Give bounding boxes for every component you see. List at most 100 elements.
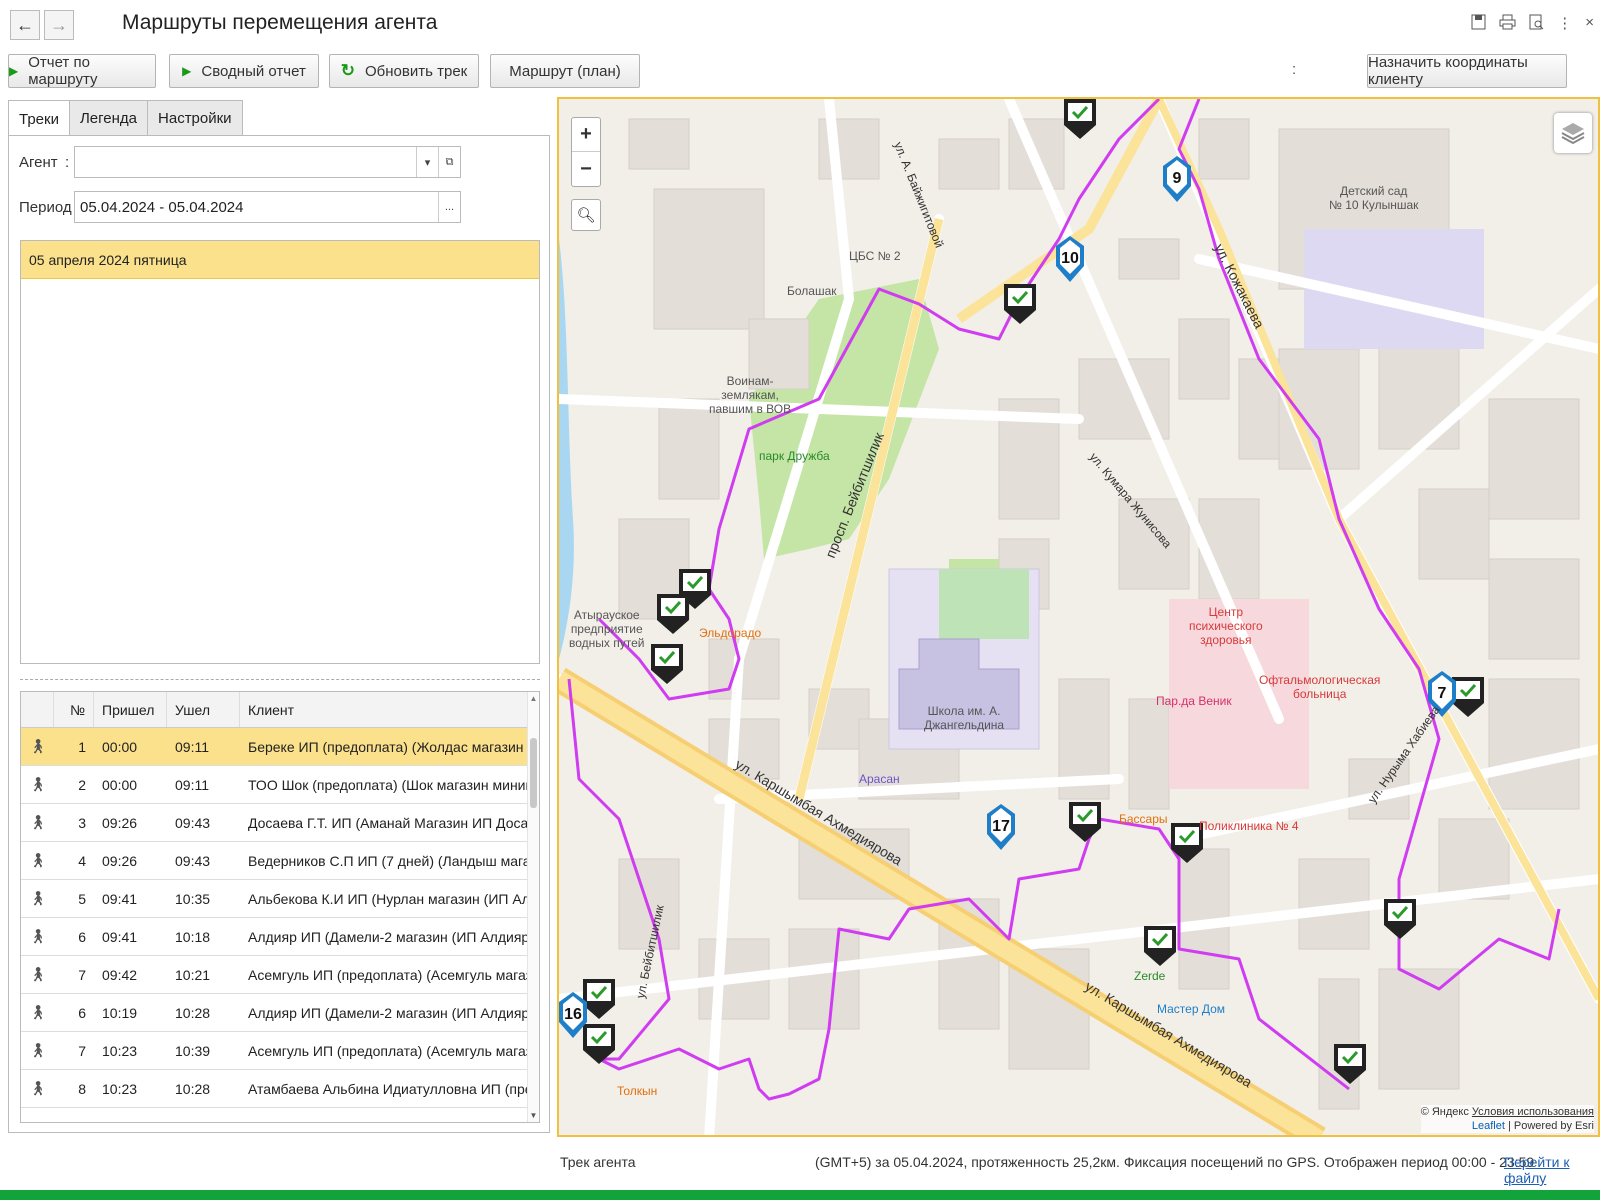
agent-field[interactable]: ▾ ⧉ (74, 146, 461, 178)
refresh-track-button[interactable]: ↻ Обновить трек (329, 54, 479, 88)
more-icon[interactable]: ⋮ (1557, 14, 1572, 34)
window-title: Маршруты перемещения агента (122, 11, 438, 34)
search-icon: 🔍︎ (576, 207, 596, 224)
go-to-file-link[interactable]: Перейти к файлу (1504, 1154, 1600, 1186)
forward-button[interactable]: → (44, 10, 74, 40)
zoom-out-button[interactable]: − (572, 152, 600, 186)
close-icon[interactable]: × (1585, 14, 1594, 34)
title-bar: ← → Маршруты перемещения агента ⋮ × (0, 0, 1600, 50)
pin-17: 17 (992, 818, 1010, 835)
pin-7: 7 (1438, 685, 1447, 702)
status-bar: Трек агента (GMT+5) за 05.04.2024, протя… (0, 1146, 1600, 1186)
client-name: Асемгуль ИП (предоплата) (Асемгуль магаз… (248, 966, 528, 983)
leaflet-link[interactable]: Leaflet (1472, 1120, 1505, 1132)
table-scrollbar[interactable]: ▲ ▼ (527, 692, 539, 1122)
play-icon: ▶ (9, 64, 19, 78)
status-label: Трек агента (560, 1154, 636, 1170)
period-colon: : (65, 199, 70, 216)
layers-button[interactable] (1554, 113, 1592, 153)
client-name: Атамбаева Альбина Идиатулловна ИП (предо… (248, 1080, 528, 1097)
preview-icon[interactable] (1529, 14, 1544, 34)
left-time: 10:28 (175, 1004, 211, 1021)
arrived-time: 00:00 (102, 776, 138, 793)
table-row[interactable]: 🚶︎ 6 09:41 10:18 Алдияр ИП (Дамели-2 магазин… (21, 918, 539, 956)
route-plan-button[interactable]: Маршрут (план) (490, 54, 640, 88)
refresh-icon: ↻ (340, 61, 356, 80)
arrived-time: 09:26 (102, 814, 138, 831)
arrived-time: 09:41 (102, 890, 138, 907)
table-row[interactable]: 🚶︎ 2 00:00 09:11 ТОО Шок (предоплата) (Шок м… (21, 766, 539, 804)
client-name: Алдияр ИП (Дамели-2 магазин (ИП Алдияр) … (248, 1004, 528, 1021)
header-number[interactable]: № (54, 692, 94, 727)
arrow-left-icon: ← (16, 14, 34, 35)
splitter[interactable] (20, 679, 540, 680)
save-icon[interactable] (1471, 14, 1486, 34)
table-row[interactable]: 🚶︎ 6 10:19 10:28 Алдияр ИП (Дамели-2 магазин… (21, 994, 539, 1032)
row-number: 7 (78, 966, 86, 983)
row-number: 6 (78, 1004, 86, 1021)
tab-legend[interactable]: Легенда (68, 100, 149, 136)
open-icon[interactable]: ⧉ (438, 147, 460, 177)
poi-label: Атырауское предприятие водных путей (569, 608, 645, 650)
arrow-right-icon: → (50, 14, 68, 35)
summary-report-button[interactable]: ▶ Сводный отчет (169, 54, 319, 88)
walker-icon: 🚶︎ (29, 966, 47, 982)
tab-settings[interactable]: Настройки (147, 100, 243, 136)
agent-label: Агент (19, 154, 58, 171)
poi-label: Детский сад № 10 Кулыншак (1329, 184, 1419, 212)
table-row[interactable]: 🚶︎ 7 09:42 10:21 Асемгуль ИП (предоплата) (А… (21, 956, 539, 994)
dropdown-icon[interactable]: ▾ (416, 147, 438, 177)
scroll-up-icon[interactable]: ▲ (528, 694, 539, 703)
assign-coords-button[interactable]: Назначить координаты клиенту (1367, 54, 1567, 88)
header-client[interactable]: Клиент (240, 692, 528, 727)
row-number: 5 (78, 890, 86, 907)
table-row[interactable]: 🚶︎ 5 09:41 10:35 Альбекова К.И ИП (Нурлан ма… (21, 880, 539, 918)
table-row[interactable]: 🚶︎ 7 10:23 10:39 Асемгуль ИП (предоплата) (А… (21, 1032, 539, 1070)
street-label: ул. Каршымбая Ахмедиярова (1082, 978, 1255, 1091)
day-item[interactable]: 05 апреля 2024 пятница (21, 241, 539, 279)
route-report-button[interactable]: ▶ Отчет по маршруту (8, 54, 156, 88)
scroll-thumb[interactable] (530, 738, 537, 808)
client-name: Досаева Г.Т. ИП (Аманай Магазин ИП Досае… (248, 814, 528, 831)
map-view[interactable]: 9 10 7 17 16 ул. Каршымбая Ахмедиярова у… (557, 97, 1600, 1137)
poi-label: Болашак (787, 284, 837, 298)
left-time: 10:21 (175, 966, 211, 983)
window-icons: ⋮ × (1471, 14, 1594, 34)
poi-label: Бассары (1119, 812, 1168, 826)
left-time: 10:39 (175, 1042, 211, 1059)
terms-link[interactable]: Условия использования (1472, 1106, 1594, 1118)
period-field[interactable]: 05.04.2024 - 05.04.2024 ... (74, 191, 461, 223)
layers-icon (1561, 123, 1585, 145)
map-search-button[interactable]: 🔍︎ (571, 199, 601, 231)
row-number: 3 (78, 814, 86, 831)
walker-icon: 🚶︎ (29, 814, 47, 830)
table-row[interactable]: 🚶︎ 1 00:00 09:11 Береке ИП (предоплата) (Жол… (21, 728, 539, 766)
day-list: 05 апреля 2024 пятница (20, 240, 540, 664)
zoom-in-button[interactable]: + (572, 118, 600, 152)
table-row[interactable]: 🚶︎ 8 10:23 10:28 Атамбаева Альбина Идиатулло… (21, 1070, 539, 1108)
walker-icon: 🚶︎ (29, 1042, 47, 1058)
header-left[interactable]: Ушел (167, 692, 240, 727)
status-info: (GMT+5) за 05.04.2024, протяженность 25,… (815, 1154, 1535, 1170)
header-arrived[interactable]: Пришел (94, 692, 167, 727)
period-label: Период (19, 199, 72, 216)
period-select-button[interactable]: ... (438, 192, 460, 222)
row-number: 4 (78, 852, 86, 869)
pin-9: 9 (1173, 170, 1182, 187)
tab-tracks[interactable]: Треки (8, 100, 70, 137)
scroll-down-icon[interactable]: ▼ (528, 1111, 539, 1120)
arrived-time: 10:23 (102, 1080, 138, 1097)
back-button[interactable]: ← (10, 10, 40, 40)
client-name: Альбекова К.И ИП (Нурлан магазин (ИП Аль… (248, 890, 528, 907)
print-icon[interactable] (1499, 14, 1516, 34)
poi-label: Zerde (1134, 969, 1166, 983)
poi-label: Арасан (859, 772, 900, 786)
table-row[interactable]: 🚶︎ 3 09:26 09:43 Досаева Г.Т. ИП (Аманай Маг… (21, 804, 539, 842)
left-time: 09:43 (175, 814, 211, 831)
table-row[interactable]: 🚶︎ 4 09:26 09:43 Ведерников С.П ИП (7 дней) … (21, 842, 539, 880)
header-icon[interactable] (21, 692, 54, 727)
walker-icon: 🚶︎ (29, 890, 47, 906)
poi-label: ЦБС № 2 (849, 249, 901, 263)
agent-colon: : (65, 154, 70, 171)
poi-label: Пар.да Веник (1156, 694, 1232, 708)
